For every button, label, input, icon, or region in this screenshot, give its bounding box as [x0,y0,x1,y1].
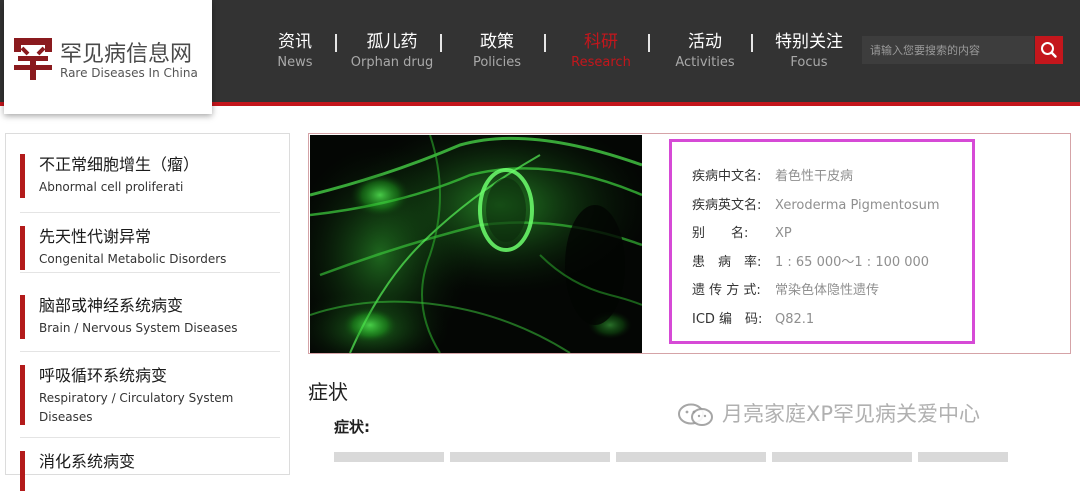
info-label: 患 病 率: [692,255,762,270]
sidebar-item-brain-nervous[interactable]: 脑部或神经系统病变 Brain / Nervous System Disease… [20,295,280,352]
info-label: 疾病中文名: [692,169,762,184]
sidebar-item-label-cn: 不正常细胞增生（瘤） [39,155,200,174]
nav-label-cn: 活动 [688,32,722,52]
info-row-prevalence: 患 病 率: 1 : 65 000～1 : 100 000 [692,254,929,272]
nav-label-cn: 孤儿药 [366,32,418,52]
sidebar-item-marker [20,451,25,491]
info-row-icd-code: ICD 编 码: Q82.1 [692,311,814,329]
article-text-cutoff [334,452,1034,466]
info-label: 疾病英文名: [692,198,762,213]
nav-label-en: Research [571,55,631,70]
disease-info-card: 疾病中文名: 着色性干皮病 疾病英文名: Xeroderma Pigmentosum… [308,133,1071,354]
info-value: Xeroderma Pigmentosum [775,198,940,213]
nav-item-orphan-drug[interactable]: 孤儿药 Orphan drug [337,30,447,72]
sidebar-item-label-en: Respiratory / Circulatory System Disease… [39,391,234,424]
sidebar-item-label-cn: 呼吸循环系统病变 [39,366,168,385]
info-row-cn-name: 疾病中文名: 着色性干皮病 [692,168,853,186]
info-row-alias: 别 名: XP [692,225,792,243]
info-label: 别 名: [692,226,749,241]
sidebar-item-label-en: Congenital Metabolic Disorders [39,252,227,266]
info-value: 常染色体隐性遗传 [775,283,880,298]
info-row-inheritance: 遗 传 方 式: 常染色体隐性遗传 [692,282,879,300]
sidebar-item-label-en: Brain / Nervous System Diseases [39,321,238,335]
search-button[interactable] [1035,36,1063,64]
info-value: XP [775,226,792,241]
nav-divider [751,34,753,52]
nav-item-news[interactable]: 资讯 News [240,30,350,72]
watermark-text: 月亮家庭XP罕见病关爱中心 [722,402,981,426]
nav-item-policies[interactable]: 政策 Policies [442,30,552,72]
sidebar-item-digestive[interactable]: 消化系统病变 [20,451,280,491]
nav-label-en: Orphan drug [350,55,434,70]
sidebar-item-marker [20,295,25,339]
logo-mark-icon [14,38,52,80]
site-logo[interactable]: 罕见病信息网 Rare Diseases In China [4,0,212,114]
nav-label-cn: 政策 [480,32,514,52]
nav-label-cn: 特别关注 [775,32,843,52]
nav-label-cn: 资讯 [278,32,312,52]
sidebar-item-label-en: Abnormal cell proliferati [39,180,184,194]
info-value: 着色性干皮病 [775,169,854,184]
sidebar-item-label-cn: 脑部或神经系统病变 [39,296,184,315]
sidebar-item-respiratory-circulatory[interactable]: 呼吸循环系统病变 Respiratory / Circulatory Syste… [20,365,280,438]
sidebar-item-marker [20,226,25,270]
sidebar-item-congenital-metabolic[interactable]: 先天性代谢异常 Congenital Metabolic Disorders [20,226,280,273]
info-row-en-name: 疾病英文名: Xeroderma Pigmentosum [692,197,940,215]
sidebar-item-label-cn: 先天性代谢异常 [39,227,152,246]
fibroblast-image [310,135,642,353]
disease-info-highlight: 疾病中文名: 着色性干皮病 疾病英文名: Xeroderma Pigmentosum… [669,139,975,344]
sidebar-item-marker [20,365,25,425]
nav-label-cn: 科研 [584,32,618,52]
subheading-symptoms: 症状: [334,418,370,436]
cell-micrograph-image [310,135,642,353]
category-sidebar: 不正常细胞增生（瘤） Abnormal cell proliferati 先天性… [5,133,290,491]
sidebar-item-abnormal-cell-proliferation[interactable]: 不正常细胞增生（瘤） Abnormal cell proliferati [20,154,280,213]
search-icon [1041,42,1057,58]
nav-label-en: Activities [675,55,735,70]
sidebar-item-label-cn: 消化系统病变 [39,452,136,471]
logo-title-en: Rare Diseases In China [60,66,198,80]
search-input[interactable] [862,36,1036,64]
info-label: 遗 传 方 式: [692,283,761,298]
info-label: ICD 编 码: [692,312,763,327]
nav-label-en: Focus [790,55,828,70]
info-value: 1 : 65 000～1 : 100 000 [775,255,930,270]
section-heading-symptoms: 症状 [308,380,348,404]
nav-item-activities[interactable]: 活动 Activities [650,30,760,72]
wechat-icon [678,403,713,426]
nav-label-en: News [277,55,313,70]
nav-item-research[interactable]: 科研 Research [546,30,656,72]
sidebar-item-marker [20,154,25,198]
logo-title-cn: 罕见病信息网 [60,42,193,67]
nav-item-focus[interactable]: 特别关注 Focus [754,30,864,72]
nav-label-en: Policies [472,55,522,70]
info-value: Q82.1 [775,312,815,327]
search-box [862,36,1036,64]
